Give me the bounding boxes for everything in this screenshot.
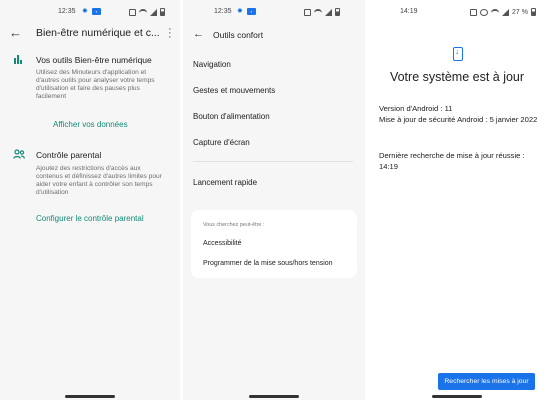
signal-icon <box>502 8 509 16</box>
family-icon <box>13 149 25 159</box>
back-arrow-icon[interactable]: ← <box>9 26 22 39</box>
configure-parental-control-link[interactable]: Configurer le contrôle parental <box>36 214 144 223</box>
divider <box>193 161 353 162</box>
status-bar: 12:35 ✹ ▪ <box>183 6 365 18</box>
status-time: 12:35 <box>58 8 76 15</box>
signal-icon <box>325 8 332 16</box>
suggestion-scheduled-power[interactable]: Programmer de la mise sous/hors tension <box>203 260 333 267</box>
section-title: Contrôle parental <box>36 150 102 160</box>
status-time: 12:35 <box>214 8 232 15</box>
suggestion-accessibility[interactable]: Accessibilité <box>203 240 242 247</box>
section-title: Vos outils Bien-être numérique <box>36 55 152 65</box>
app-badge-icon: ▪ <box>247 8 256 15</box>
settings-status-icon: ✹ <box>82 8 88 15</box>
battery-percentage: 27 % <box>512 8 528 16</box>
toolbar-title: Outils confort <box>213 30 264 40</box>
menu-item-gestures[interactable]: Gestes et mouvements <box>193 86 275 95</box>
navigation-handle[interactable] <box>249 395 299 398</box>
system-update-screen: 14:19 27 % Votre système est à jour Vers… <box>367 0 547 400</box>
section-description: Ajoutez des restrictions d'accès aux con… <box>36 165 162 196</box>
security-update-date: Mise à jour de sécurité Android : 5 janv… <box>379 115 538 124</box>
system-update-icon <box>453 47 463 61</box>
status-bar: 14:19 27 % <box>367 6 547 18</box>
suggestions-label: Vous cherchez peut-être : <box>203 222 265 228</box>
suggestions-card: Vous cherchez peut-être : Accessibilité … <box>191 210 357 278</box>
toolbar-title: Bien-être numérique et c... <box>36 27 160 39</box>
back-arrow-icon[interactable]: ← <box>193 28 204 41</box>
nfc-icon <box>129 8 136 16</box>
bar-chart-icon <box>14 55 22 64</box>
signal-icon <box>150 8 157 16</box>
wifi-icon <box>314 9 322 15</box>
status-bar: 12:35 ✹ ▪ <box>0 6 180 18</box>
page-title: Votre système est à jour <box>389 70 525 84</box>
battery-icon <box>160 8 165 16</box>
section-description: Utilisez des Minuteurs d'application et … <box>36 69 155 100</box>
vibrate-icon <box>480 8 488 16</box>
check-updates-button[interactable]: Rechercher les mises à jour <box>438 373 535 390</box>
more-options-icon[interactable]: · · · <box>168 24 172 43</box>
app-badge-icon: ▪ <box>92 8 101 15</box>
digital-wellbeing-screen: 12:35 ✹ ▪ ← Bien-être numérique et c... … <box>0 0 180 400</box>
battery-icon <box>530 8 536 16</box>
menu-item-screenshot[interactable]: Capture d'écran <box>193 138 250 147</box>
wifi-icon <box>139 9 147 15</box>
view-data-link[interactable]: Afficher vos données <box>53 120 128 129</box>
nfc-icon <box>304 8 311 16</box>
navigation-handle[interactable] <box>65 395 115 398</box>
settings-status-icon: ✹ <box>237 8 243 15</box>
last-update-check: Dernière recherche de mise à jour réussi… <box>379 151 525 171</box>
menu-item-power-button[interactable]: Bouton d'alimentation <box>193 112 270 121</box>
battery-icon <box>335 8 340 16</box>
android-version: Version d'Android : 11 <box>379 104 453 113</box>
navigation-handle[interactable] <box>432 395 482 398</box>
wifi-icon <box>491 9 499 15</box>
nfc-icon <box>470 8 477 16</box>
status-time: 14:19 <box>400 8 418 15</box>
menu-item-quick-launch[interactable]: Lancement rapide <box>193 178 257 187</box>
menu-item-navigation[interactable]: Navigation <box>193 60 231 69</box>
convenience-tools-screen: 12:35 ✹ ▪ ← Outils confort Navigation Ge… <box>183 0 365 400</box>
